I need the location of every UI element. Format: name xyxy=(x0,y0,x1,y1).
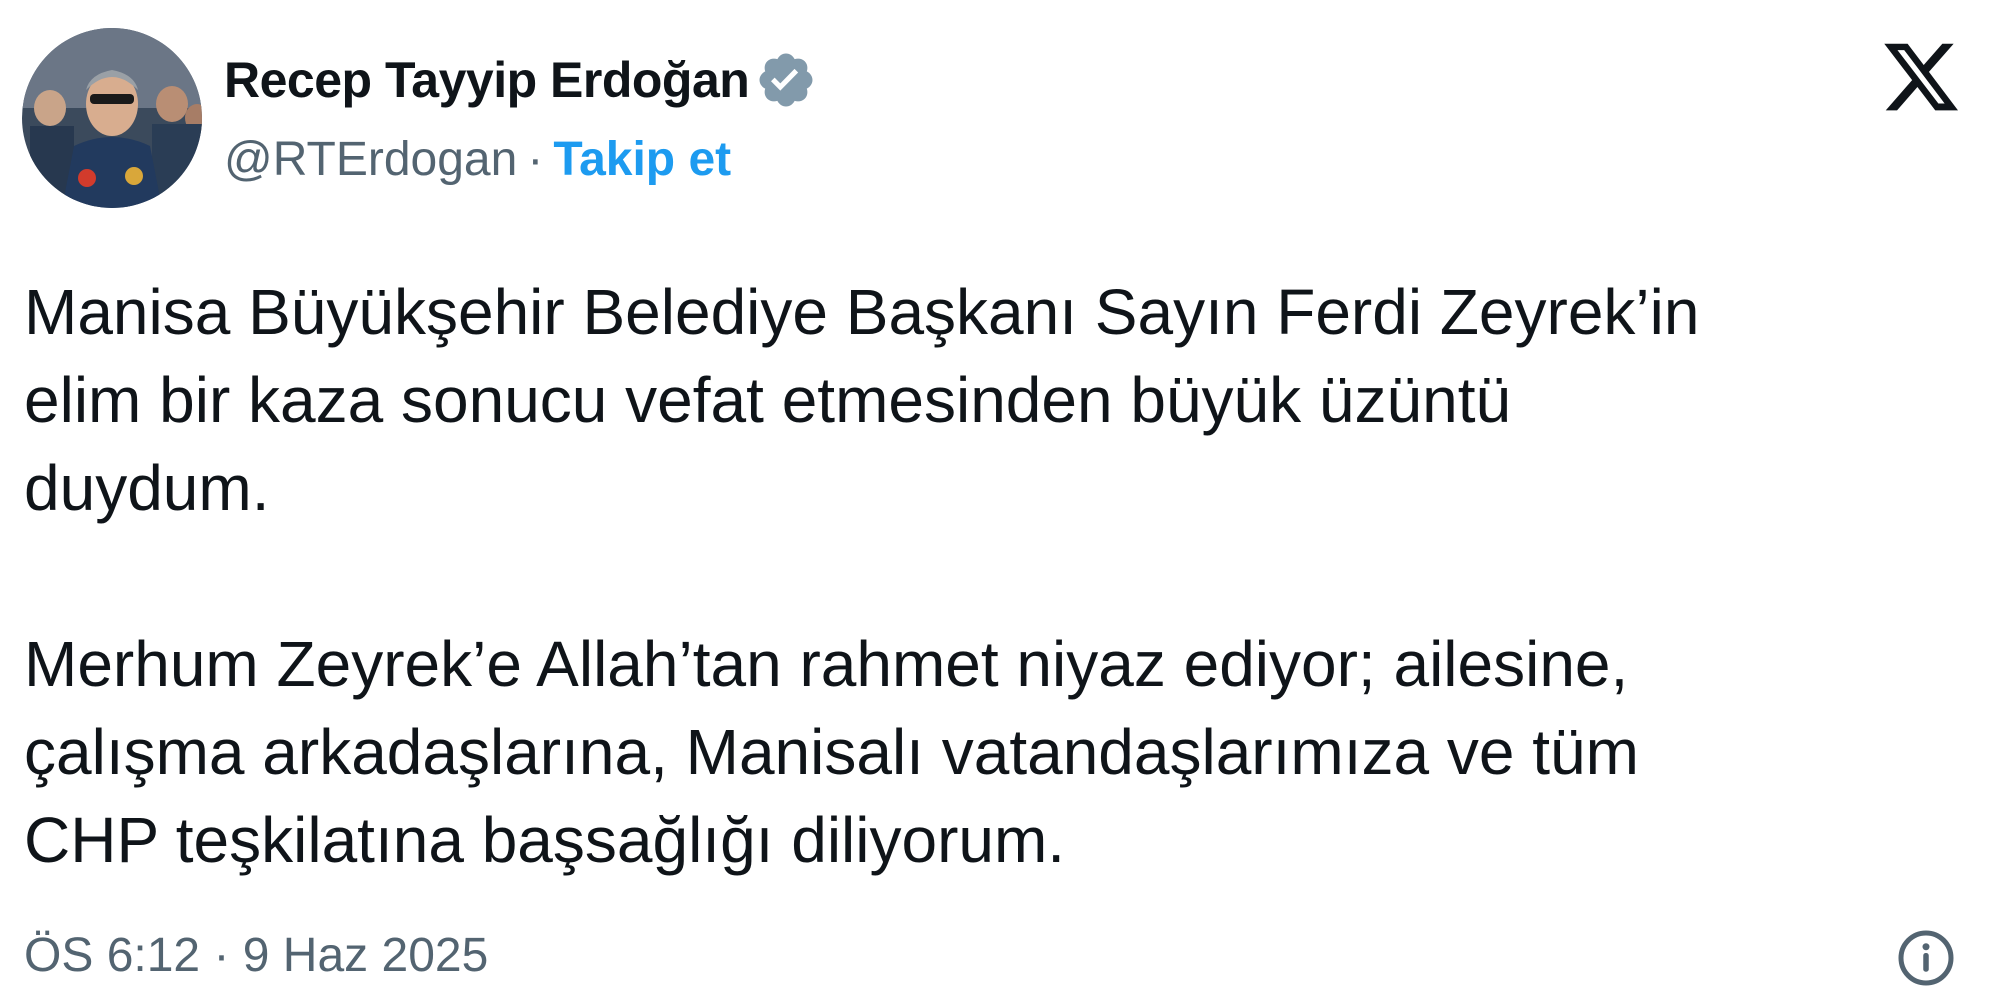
verified-badge-icon xyxy=(755,49,817,111)
x-logo-icon[interactable] xyxy=(1878,36,1964,118)
info-icon[interactable] xyxy=(1896,928,1956,988)
separator-dot: · xyxy=(527,133,544,186)
author-row: Recep Tayyip Erdoğan xyxy=(224,48,817,112)
avatar-photo xyxy=(22,28,202,208)
follow-button[interactable]: Takip et xyxy=(553,133,731,186)
tweet-paragraph-1: Manisa Büyükşehir Belediye Başkanı Sayın… xyxy=(24,276,1700,524)
author-name[interactable]: Recep Tayyip Erdoğan xyxy=(224,51,750,109)
author-handle[interactable]: @RTErdogan xyxy=(224,133,517,186)
tweet-text: Manisa Büyükşehir Belediye Başkanı Sayın… xyxy=(24,268,1964,884)
avatar[interactable] xyxy=(22,28,202,208)
tweet-paragraph-2: Merhum Zeyrek’e Allah’tan rahmet niyaz e… xyxy=(24,628,1639,876)
tweet-card: Recep Tayyip Erdoğan @RTErdogan · Takip et… xyxy=(0,0,1995,1000)
handle-row: @RTErdogan · Takip et xyxy=(224,130,731,190)
tweet-timestamp[interactable]: ÖS 6:12 · 9 Haz 2025 xyxy=(24,928,488,983)
